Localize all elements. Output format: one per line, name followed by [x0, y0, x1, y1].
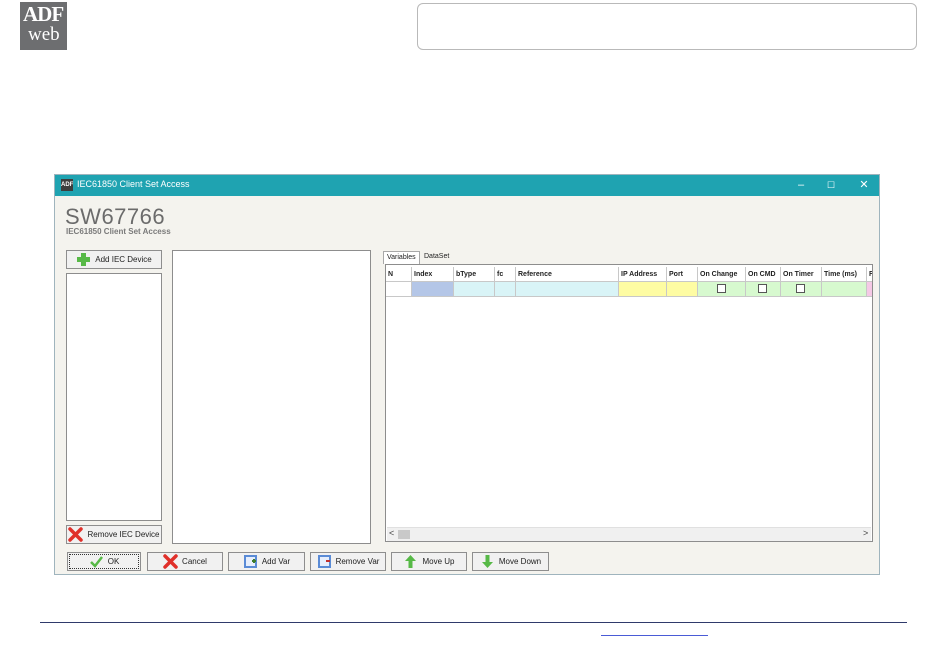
close-button[interactable]: ✕	[854, 178, 874, 192]
maximize-button[interactable]: ☐	[821, 178, 841, 192]
arrow-up-icon	[403, 554, 418, 569]
scroll-right-arrow[interactable]: >	[863, 528, 868, 538]
footer-link[interactable]	[601, 635, 708, 636]
remove-var-button[interactable]: Remove Var	[310, 552, 386, 571]
variables-grid[interactable]: N Index bType fc Reference IP Address Po…	[385, 264, 873, 542]
cell-ip-address[interactable]	[619, 282, 667, 297]
move-down-label: Move Down	[498, 557, 542, 566]
move-down-button[interactable]: Move Down	[472, 552, 549, 571]
add-iec-device-label: Add IEC Device	[95, 255, 152, 264]
check-icon	[89, 554, 104, 569]
on-cmd-checkbox[interactable]	[758, 284, 767, 293]
move-up-label: Move Up	[422, 557, 455, 566]
col-header-on-change[interactable]: On Change	[698, 267, 746, 282]
red-x-icon	[163, 554, 178, 569]
remove-var-label: Remove Var	[335, 557, 380, 566]
arrow-down-icon	[480, 554, 495, 569]
scroll-left-arrow[interactable]: <	[389, 528, 394, 538]
scroll-thumb[interactable]	[398, 530, 410, 539]
cell-port[interactable]	[667, 282, 698, 297]
iec-device-list[interactable]	[66, 273, 162, 521]
footer-divider	[40, 622, 907, 623]
cell-on-timer[interactable]	[781, 282, 822, 297]
on-timer-checkbox[interactable]	[796, 284, 805, 293]
title-bar[interactable]: ADF IEC61850 Client Set Access – ☐ ✕	[55, 175, 879, 196]
add-var-icon	[243, 554, 258, 569]
horizontal-scrollbar[interactable]: < >	[387, 527, 871, 541]
ok-label: OK	[107, 557, 120, 566]
cell-btype[interactable]	[454, 282, 495, 297]
remove-iec-device-label: Remove IEC Device	[87, 530, 160, 539]
cancel-label: Cancel	[182, 557, 207, 566]
col-header-n[interactable]: N	[386, 267, 412, 282]
col-header-time-ms[interactable]: Time (ms)	[822, 267, 867, 282]
cell-on-cmd[interactable]	[746, 282, 781, 297]
col-header-fc[interactable]: fc	[495, 267, 516, 282]
plus-icon	[76, 252, 91, 267]
col-header-ip-address[interactable]: IP Address	[619, 267, 667, 282]
remove-var-icon	[317, 554, 332, 569]
add-var-label: Add Var	[261, 557, 291, 566]
cell-reference[interactable]	[516, 282, 619, 297]
cell-fc[interactable]	[495, 282, 516, 297]
col-header-on-timer[interactable]: On Timer	[781, 267, 822, 282]
add-var-button[interactable]: Add Var	[228, 552, 305, 571]
tab-variables[interactable]: Variables	[383, 251, 420, 264]
move-up-button[interactable]: Move Up	[391, 552, 467, 571]
dialog-window: ADF IEC61850 Client Set Access – ☐ ✕ SW6…	[54, 174, 880, 575]
on-change-checkbox[interactable]	[717, 284, 726, 293]
add-iec-device-button[interactable]: Add IEC Device	[66, 250, 162, 269]
minimize-button[interactable]: –	[791, 178, 811, 192]
window-title: IEC61850 Client Set Access	[77, 179, 190, 189]
cancel-button[interactable]: Cancel	[147, 552, 223, 571]
col-header-reference[interactable]: Reference	[516, 267, 619, 282]
cell-on-change[interactable]	[698, 282, 746, 297]
cell-f[interactable]	[867, 282, 872, 297]
ok-button[interactable]: OK	[67, 552, 141, 571]
cell-time-ms[interactable]	[822, 282, 867, 297]
tab-dataset[interactable]: DataSet	[421, 251, 452, 263]
col-header-port[interactable]: Port	[667, 267, 698, 282]
logo-line2: web	[28, 24, 60, 45]
col-header-f[interactable]: F	[867, 267, 872, 282]
col-header-on-cmd[interactable]: On CMD	[746, 267, 781, 282]
red-x-icon	[68, 527, 84, 542]
cell-index[interactable]	[412, 282, 454, 297]
header-box	[417, 3, 917, 50]
adfweb-logo: ADF web	[20, 2, 67, 50]
remove-iec-device-button[interactable]: Remove IEC Device	[66, 525, 162, 544]
col-header-index[interactable]: Index	[412, 267, 454, 282]
cell-n[interactable]	[386, 282, 412, 297]
device-tree-panel[interactable]	[172, 250, 371, 544]
page-subtitle: IEC61850 Client Set Access	[66, 227, 171, 236]
col-header-btype[interactable]: bType	[454, 267, 495, 282]
app-icon: ADF	[61, 179, 73, 191]
